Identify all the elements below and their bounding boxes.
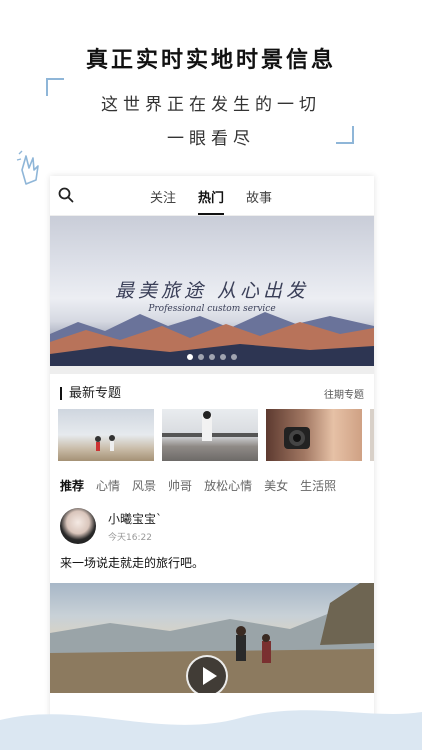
topic-thumbnail[interactable] [370,409,374,461]
section-divider [50,366,374,374]
play-button[interactable] [186,655,228,693]
category-tab-6[interactable]: 生活照 [300,477,336,494]
tab-2[interactable]: 故事 [246,187,272,206]
category-tab-2[interactable]: 风景 [132,477,156,494]
post-time: 今天16:22 [108,532,152,543]
topics-title: 最新专题 [60,387,121,400]
category-tab-4[interactable]: 放松心情 [204,477,252,494]
post-header: 小曦宝宝` 今天16:22 [50,494,374,544]
bracket-bottom-right [336,126,354,144]
topic-thumbnails [50,409,374,461]
category-tabs: 推荐 心情 风景 帅哥 放松心情 美女 生活照 [50,461,374,494]
banner-title: 最美旅途 从心出发 [114,280,310,302]
topic-thumbnail[interactable] [162,409,258,461]
author-info: 小曦宝宝` 今天16:22 [108,510,162,543]
promo-line-1: 这世界正在发生的一切 [101,95,321,115]
category-tab-5[interactable]: 美女 [264,477,288,494]
category-tab-0[interactable]: 推荐 [60,477,84,494]
topic-thumbnail[interactable] [58,409,154,461]
promo-line-2: 一眼看尽 [167,129,255,149]
category-tab-1[interactable]: 心情 [96,477,120,494]
top-navigation: 关注 热门 故事 [50,176,374,216]
carousel-banner[interactable]: 最美旅途 从心出发 Professional custom service [50,216,374,366]
hand-doodle-icon [16,150,39,185]
search-icon[interactable] [58,187,74,203]
topics-header: 最新专题 往期专题 [50,374,374,409]
tab-0[interactable]: 关注 [150,187,176,206]
carousel-dot[interactable] [220,354,226,360]
author-name[interactable]: 小曦宝宝` [108,510,162,527]
avatar[interactable] [60,508,96,544]
category-tab-3[interactable]: 帅哥 [168,477,192,494]
carousel-dot[interactable] [198,354,204,360]
carousel-indicator [50,354,374,360]
carousel-dot[interactable] [231,354,237,360]
tab-1[interactable]: 热门 [198,187,225,215]
carousel-dot[interactable] [187,354,193,360]
banner-subtitle: Professional custom service [148,304,276,314]
tab-bar: 关注 热门 故事 [150,176,272,216]
post-text: 来一场说走就走的旅行吧。 [60,556,205,570]
carousel-dot[interactable] [209,354,215,360]
post-video-thumbnail[interactable] [50,583,374,693]
past-topics-link[interactable]: 往期专题 [324,386,364,401]
app-screen: 关注 热门 故事 最美旅途 从心出发 Professional custom ser… [50,176,374,750]
topic-thumbnail[interactable] [266,409,362,461]
promo-title: 真正实时实地时景信息 [85,48,336,73]
footer-wave [0,710,422,750]
